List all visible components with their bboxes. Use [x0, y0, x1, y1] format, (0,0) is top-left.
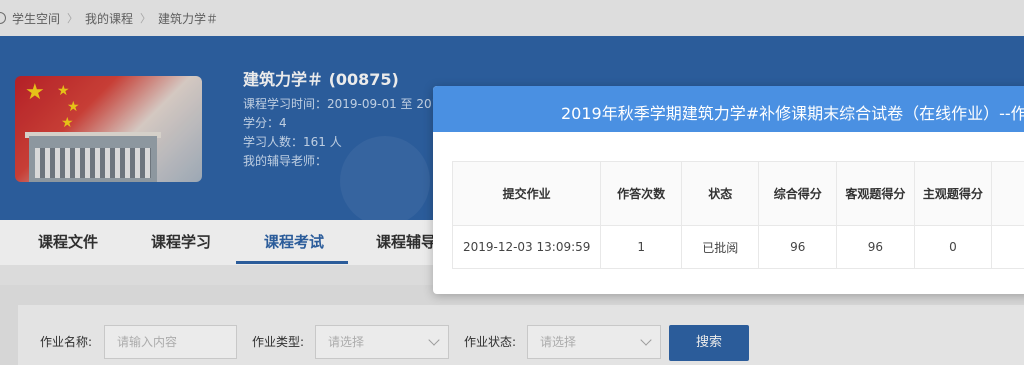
table-header-row: 提交作业 作答次数 状态 综合得分 客观题得分 主观题得分 [451, 161, 1024, 226]
cell-status: 已批阅 [680, 225, 760, 269]
results-modal: 2019年秋季学期建筑力学#补修课期末综合试卷（在线作业）--作答 提交作业 作… [433, 86, 1024, 294]
column-header: 状态 [680, 161, 760, 226]
column-header: 综合得分 [758, 161, 838, 226]
column-header-cut [991, 161, 1024, 226]
results-table: 提交作业 作答次数 状态 综合得分 客观题得分 主观题得分 2019-12-03… [451, 161, 1024, 269]
column-header: 客观题得分 [836, 161, 915, 226]
cell-subjective-score: 0 [913, 225, 993, 269]
modal-title: 2019年秋季学期建筑力学#补修课期末综合试卷（在线作业）--作答 [561, 104, 1024, 123]
column-header: 作答次数 [600, 161, 682, 226]
cell-submit-time: 2019-12-03 13:09:59 [451, 225, 602, 269]
cell-cut [991, 225, 1024, 269]
cell-objective-score: 96 [836, 225, 915, 269]
column-header: 提交作业 [451, 161, 602, 226]
table-row: 2019-12-03 13:09:59 1 已批阅 96 96 0 [451, 225, 1024, 269]
cell-total-score: 96 [758, 225, 838, 269]
cell-attempts: 1 [600, 225, 682, 269]
modal-header: 2019年秋季学期建筑力学#补修课期末综合试卷（在线作业）--作答 [433, 86, 1024, 132]
column-header: 主观题得分 [913, 161, 993, 226]
